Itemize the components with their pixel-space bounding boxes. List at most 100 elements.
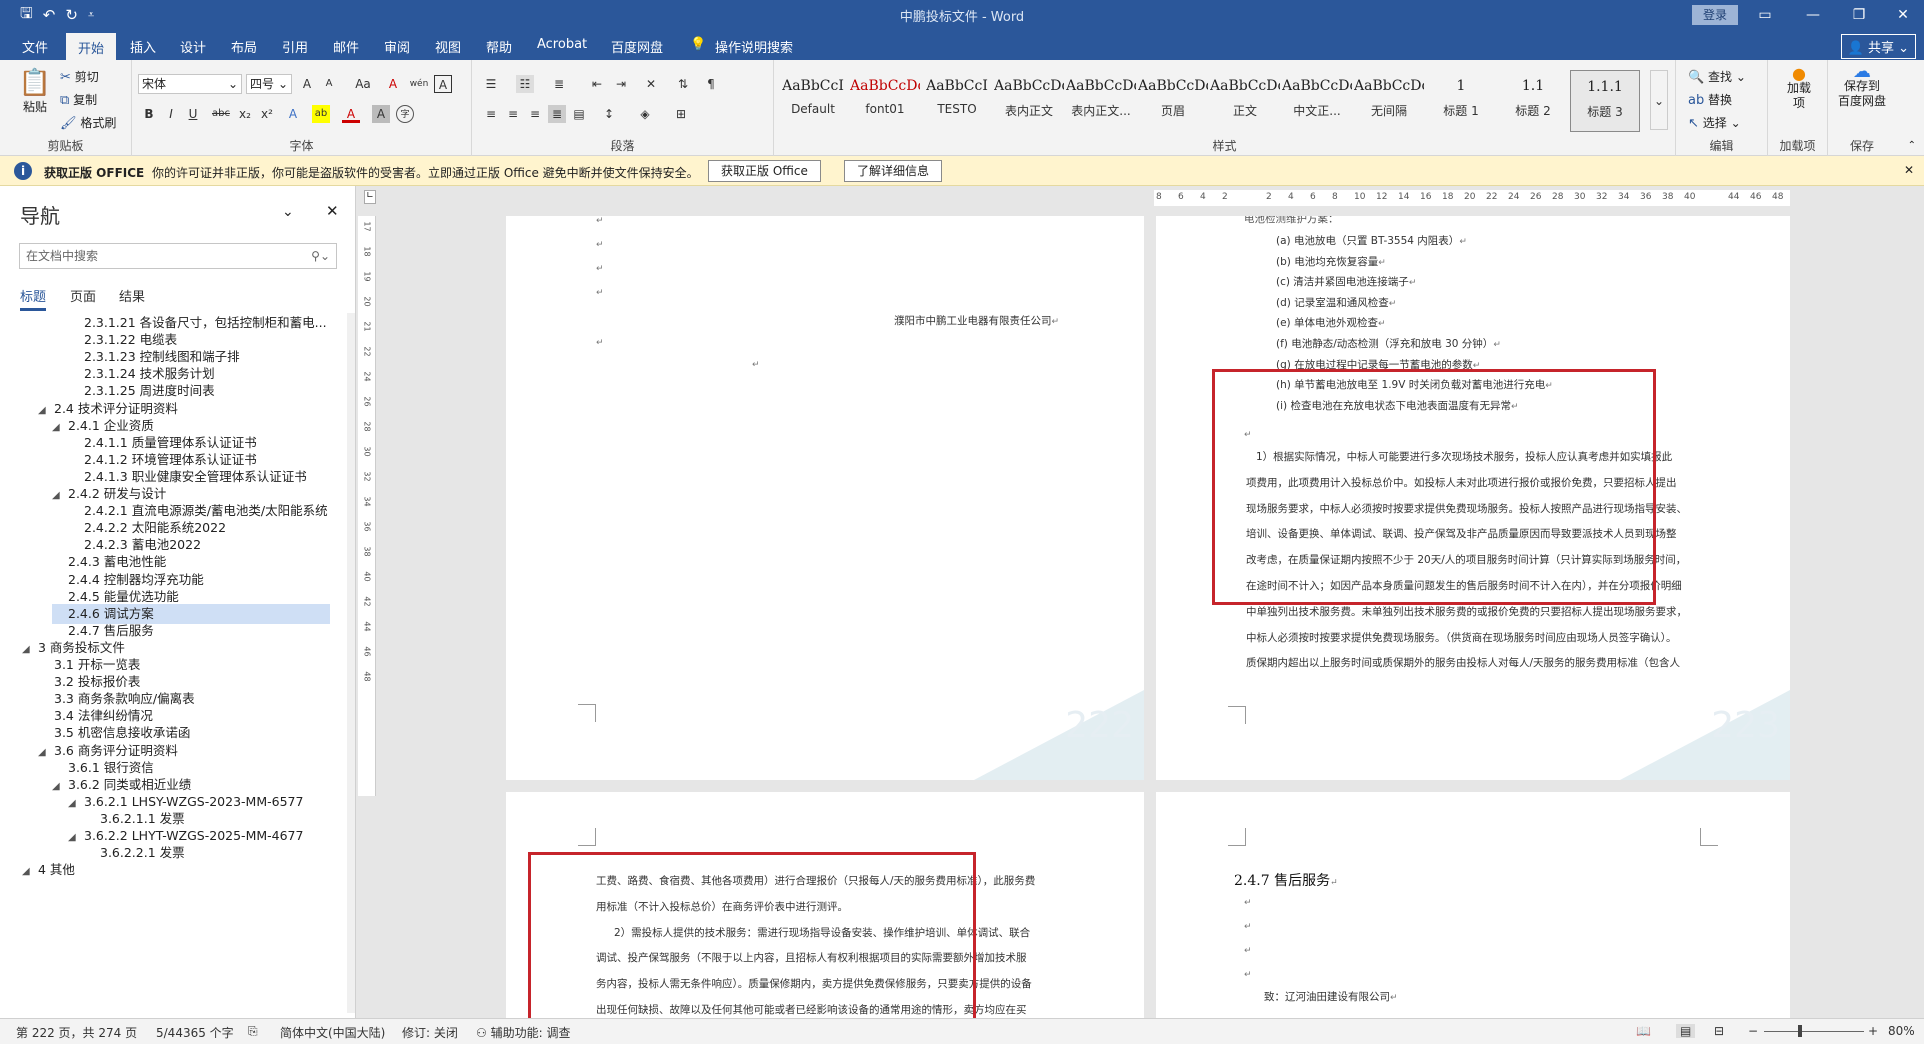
collapse-triangle-icon[interactable]: ◢ — [52, 486, 68, 506]
tab-selector[interactable]: ∟ — [364, 190, 376, 204]
bold-button[interactable]: B — [140, 105, 158, 123]
tab-insert[interactable]: 插入 — [130, 37, 156, 56]
tab-results[interactable]: 结果 — [119, 286, 145, 305]
chevron-down-icon[interactable]: ⌄ — [282, 204, 294, 220]
addins-button[interactable]: ● 加载项 — [1782, 66, 1816, 111]
style-2[interactable]: AaBbCcI TESTO — [922, 70, 992, 132]
shading-icon[interactable]: ◈ — [636, 105, 654, 123]
styles-more-icon[interactable]: ⌄ — [1650, 70, 1668, 130]
style-3[interactable]: AaBbCcDdI 表内正文 — [994, 70, 1064, 132]
replace-button[interactable]: ab 替换 — [1688, 91, 1732, 108]
superscript-button[interactable]: x² — [258, 105, 276, 123]
decrease-indent-icon[interactable]: ⇤ — [588, 75, 606, 93]
line-spacing-icon[interactable]: ↕ — [600, 105, 618, 123]
find-button[interactable]: 🔍 查找 ⌄ — [1688, 68, 1746, 85]
zoom-out-icon[interactable]: − — [1748, 1024, 1758, 1038]
style-10[interactable]: 1.1 标题 2 — [1498, 70, 1568, 132]
clear-format-button[interactable]: A — [384, 75, 402, 93]
italic-button[interactable]: I — [162, 105, 180, 123]
ribbon-display-icon[interactable]: ▭ — [1742, 0, 1788, 30]
tab-review[interactable]: 审阅 — [384, 37, 410, 56]
align-center-icon[interactable]: ≡ — [504, 105, 522, 123]
share-button[interactable]: 👤 共享 ⌄ — [1840, 34, 1916, 59]
phonetic-guide-button[interactable]: wén — [408, 75, 430, 93]
track-changes-status[interactable]: 修订: 关闭 — [402, 1024, 458, 1041]
style-9[interactable]: 1 标题 1 — [1426, 70, 1496, 132]
increase-indent-icon[interactable]: ⇥ — [612, 75, 630, 93]
get-genuine-button[interactable]: 获取正版 Office — [708, 160, 821, 182]
cut-button[interactable]: ✂ 剪切 — [60, 68, 99, 85]
print-layout-icon[interactable]: ▤ — [1676, 1024, 1696, 1038]
char-shading-button[interactable]: A — [372, 105, 390, 123]
subscript-button[interactable]: x₂ — [236, 105, 254, 123]
style-6[interactable]: AaBbCcDc 正文 — [1210, 70, 1280, 132]
collapse-triangle-icon[interactable]: ◢ — [22, 862, 38, 882]
font-color-button[interactable]: A — [342, 105, 360, 123]
select-button[interactable]: ↖ 选择 ⌄ — [1688, 114, 1741, 131]
zoom-level[interactable]: 80% — [1888, 1024, 1915, 1038]
tab-headings[interactable]: 标题 — [20, 286, 47, 311]
tab-pages[interactable]: 页面 — [70, 286, 96, 305]
distributed-icon[interactable]: ▤ — [570, 105, 588, 123]
bullets-icon[interactable]: ☰ — [482, 75, 500, 93]
nav-heading-item[interactable]: 3.6.2.2.1 发票 — [84, 843, 185, 863]
style-1[interactable]: AaBbCcDc font01 — [850, 70, 920, 132]
style-11[interactable]: 1.1.1 标题 3 — [1570, 70, 1640, 132]
collapse-triangle-icon[interactable]: ◢ — [68, 828, 84, 848]
collapse-triangle-icon[interactable]: ◢ — [52, 777, 68, 797]
style-8[interactable]: AaBbCcDc 无间隔 — [1354, 70, 1424, 132]
tell-me-search[interactable]: 操作说明搜索 — [715, 37, 793, 56]
change-case-button[interactable]: Aa — [350, 75, 376, 93]
tab-design[interactable]: 设计 — [180, 37, 206, 56]
text-effects-button[interactable]: A — [284, 105, 302, 123]
tab-acrobat[interactable]: Acrobat — [537, 37, 587, 52]
tab-view[interactable]: 视图 — [435, 37, 461, 56]
read-mode-icon[interactable]: 📖 — [1636, 1024, 1651, 1038]
tab-mailings[interactable]: 邮件 — [333, 37, 359, 56]
align-left-icon[interactable]: ≡ — [482, 105, 500, 123]
nav-search-input[interactable]: 在文档中搜索 ⚲⌄ — [19, 243, 337, 269]
underline-button[interactable]: U — [184, 105, 202, 123]
page-count[interactable]: 第 222 页，共 274 页 — [16, 1024, 137, 1041]
web-layout-icon[interactable]: ⊟ — [1714, 1024, 1724, 1038]
style-0[interactable]: AaBbCcI Default — [778, 70, 848, 132]
font-size-dropdown[interactable]: 四号 ⌄ — [246, 74, 292, 94]
zoom-slider-thumb[interactable] — [1798, 1025, 1802, 1037]
tab-references[interactable]: 引用 — [282, 37, 308, 56]
format-painter-button[interactable]: 🖌 格式刷 — [60, 114, 116, 131]
language-indicator[interactable]: 简体中文(中国大陆) — [280, 1024, 385, 1041]
proofing-icon[interactable]: ⎘ — [248, 1024, 258, 1039]
align-right-icon[interactable]: ≡ — [526, 105, 544, 123]
borders-icon[interactable]: ⊞ — [672, 105, 690, 123]
restore-icon[interactable]: ❐ — [1836, 0, 1882, 30]
highlight-button[interactable]: ab — [312, 105, 330, 123]
zoom-slider[interactable] — [1764, 1031, 1864, 1032]
numbering-icon[interactable]: ☷ — [516, 75, 534, 93]
style-4[interactable]: AaBbCcDdI 表内正文... — [1066, 70, 1136, 132]
sort-icon[interactable]: ⇅ — [674, 75, 692, 93]
collapse-ribbon-icon[interactable]: ⌃ — [1908, 140, 1916, 151]
justify-icon[interactable]: ≣ — [548, 105, 566, 123]
tab-file[interactable]: 文件 — [22, 37, 48, 56]
style-5[interactable]: AaBbCcDdE 页眉 — [1138, 70, 1208, 132]
grow-font-button[interactable]: A — [298, 75, 316, 93]
nav-heading-item[interactable]: ◢ 4 其他 — [22, 860, 75, 880]
accessibility-status[interactable]: ⚇ 辅助功能: 调查 — [476, 1024, 570, 1041]
font-name-dropdown[interactable]: 宋体 ⌄ — [138, 74, 242, 94]
strikethrough-button[interactable]: abc — [208, 105, 234, 123]
shrink-font-button[interactable]: A — [320, 75, 338, 93]
tab-help[interactable]: 帮助 — [486, 37, 512, 56]
close-icon[interactable]: ✕ — [1904, 163, 1914, 177]
minimize-icon[interactable]: — — [1790, 0, 1836, 30]
close-icon[interactable]: ✕ — [326, 202, 339, 220]
style-7[interactable]: AaBbCcDc 中文正... — [1282, 70, 1352, 132]
collapse-triangle-icon[interactable]: ◢ — [22, 640, 38, 660]
copy-button[interactable]: ⧉ 复制 — [60, 91, 97, 108]
close-icon[interactable]: ✕ — [1880, 0, 1924, 30]
char-border-button[interactable]: A — [434, 75, 452, 93]
show-marks-icon[interactable]: ¶ — [702, 75, 720, 93]
tab-baidu[interactable]: 百度网盘 — [611, 37, 663, 56]
zoom-in-icon[interactable]: + — [1868, 1024, 1878, 1038]
collapse-triangle-icon[interactable]: ◢ — [52, 418, 68, 438]
chinese-layout-icon[interactable]: ✕ — [642, 75, 660, 93]
